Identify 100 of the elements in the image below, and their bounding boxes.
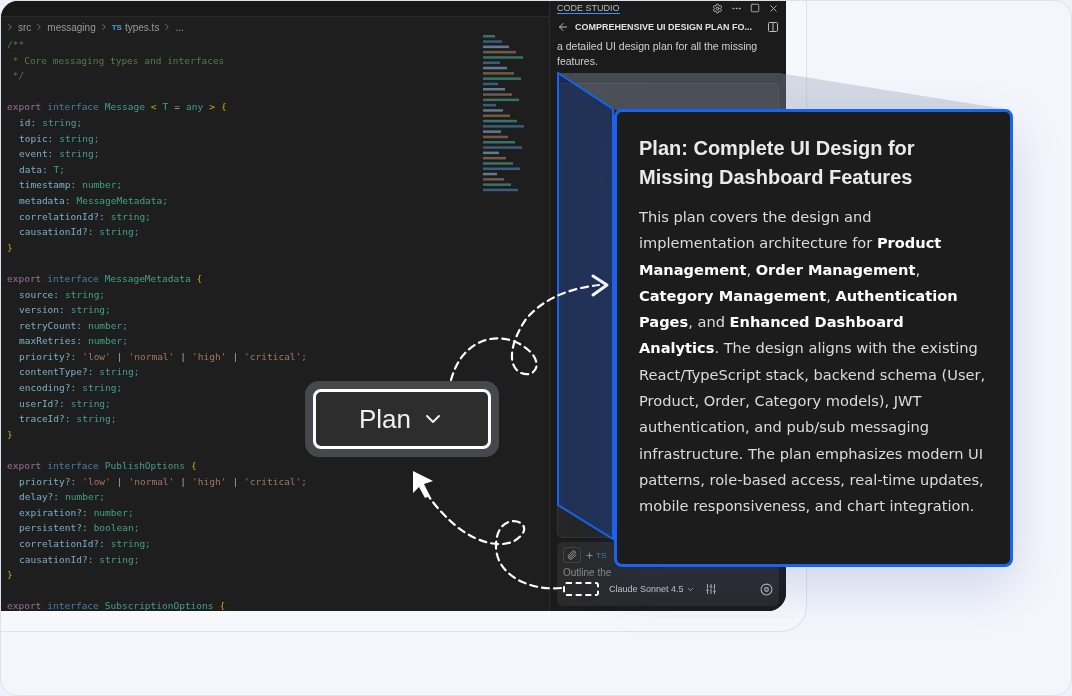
attach-button[interactable] — [563, 547, 581, 563]
cursor-icon — [411, 469, 435, 500]
split-panel-icon[interactable] — [767, 21, 779, 33]
code-token: string; — [110, 209, 151, 224]
code-token: string; — [59, 147, 100, 162]
code-token: expiration?: — [19, 505, 88, 520]
code-token: 'low' — [82, 474, 111, 489]
code-token: } — [7, 568, 13, 583]
maximize-icon[interactable] — [750, 3, 760, 13]
code-token: 'low' — [82, 349, 111, 364]
stop-icon[interactable] — [760, 582, 773, 596]
code-token: source: — [19, 287, 60, 302]
tools-icon[interactable] — [704, 583, 717, 595]
code-token: 'normal' — [128, 474, 175, 489]
code-token: 'high' — [192, 474, 227, 489]
code-token: { — [219, 599, 226, 611]
code-token: { — [190, 459, 197, 474]
code-token: encoding?: — [19, 381, 77, 396]
code-token: string; — [99, 365, 140, 380]
plan-title: Plan: Complete UI Design for Missing Dashboard Features — [639, 136, 916, 190]
code-token: number; — [82, 178, 123, 193]
plan-description: This plan covers the design and implementation architecture for Product Management, Order Management, Category Management, Authentication Pages, and Enhanced Dashboard Analytics. The design aligns with the existing React/TypeScript stack, backend schema (User, Product, Order, Category models), JWT authentication, and pub/sub messaging infrastructure. The plan emphasizes modern UI patterns, role-based access, real-time updates, mobile responsiveness, and chart integration. — [639, 207, 987, 517]
code-token: correlationId?: — [19, 209, 105, 224]
code-token: 'normal' — [128, 349, 175, 364]
code-token: T — [162, 100, 169, 115]
code-token: T; — [53, 162, 66, 177]
code-token: number; — [65, 490, 106, 505]
code-token: metadata: — [19, 193, 71, 208]
code-token: | — [180, 474, 187, 489]
code-token: timestamp: — [19, 178, 77, 193]
code-token: /** — [7, 38, 25, 52]
code-token: { — [220, 100, 227, 115]
breadcrumb-item[interactable]: types.ts — [124, 21, 160, 33]
chat-message-text: features. — [557, 54, 599, 69]
code-token: id: — [19, 115, 37, 130]
code-token: interface — [47, 459, 99, 474]
code-token: priority?: — [19, 349, 77, 364]
code-token: interface — [47, 100, 99, 115]
back-arrow-icon[interactable] — [557, 21, 569, 33]
code-token: interface — [47, 271, 99, 286]
code-token: 'critical'; — [244, 474, 308, 489]
context-chip[interactable]: TS — [585, 550, 607, 560]
code-token: number; — [87, 318, 128, 333]
code-token: interface — [47, 599, 99, 611]
code-token: maxRetries: — [19, 334, 82, 349]
typescript-label: TS — [111, 22, 122, 32]
code-token: number; — [93, 505, 134, 520]
code-token: } — [7, 427, 13, 442]
code-token: string; — [42, 115, 83, 130]
close-icon[interactable] — [768, 2, 779, 14]
code-token: SubscriptionOptions — [104, 599, 214, 611]
breadcrumb-item[interactable]: messaging — [47, 21, 96, 33]
code-token: | — [116, 474, 123, 489]
settings-icon[interactable] — [712, 2, 723, 14]
code-token: correlationId?: — [19, 537, 105, 551]
code-token: PublishOptions — [104, 459, 185, 474]
code-token: < — [150, 100, 157, 115]
code-token: Message — [104, 100, 145, 115]
code-token: number; — [87, 334, 128, 349]
code-token: export — [7, 459, 42, 474]
code-token: string; — [82, 381, 123, 396]
code-token: string; — [76, 412, 117, 427]
code-token: | — [232, 474, 239, 489]
code-token: string; — [99, 225, 140, 240]
code-token: any — [186, 100, 204, 115]
code-token: | — [180, 349, 187, 364]
code-token: string; — [70, 303, 111, 318]
dashed-highlight-box — [563, 582, 599, 596]
code-token: > — [209, 100, 215, 115]
breadcrumb-item[interactable]: src — [18, 21, 32, 33]
code-token: string; — [70, 396, 111, 411]
code-token: | — [116, 349, 123, 364]
code-token: boolean; — [93, 521, 140, 536]
panel-tab[interactable]: CODE STUDIO — [557, 2, 620, 14]
code-token: export — [7, 271, 42, 286]
code-token: } — [7, 240, 13, 255]
code-token: string; — [110, 537, 151, 551]
code-token: = — [174, 100, 181, 115]
code-token: 'critical'; — [244, 349, 308, 364]
input-placeholder[interactable]: Outline the — [563, 567, 773, 578]
code-token: traceId?: — [19, 412, 71, 427]
code-token: string; — [65, 287, 106, 302]
breadcrumb-item[interactable]: ... — [175, 21, 184, 33]
code-token: data: — [19, 162, 48, 177]
code-token: persistent?: — [19, 521, 88, 536]
code-token: topic: — [19, 131, 54, 146]
code-token: userId?: — [19, 396, 65, 411]
plus-icon — [585, 550, 594, 560]
plan-mode-dropdown[interactable]: Plan — [313, 389, 491, 449]
code-token: version: — [19, 303, 65, 318]
code-token: * Core messaging types and interfaces — [11, 53, 225, 68]
code-token: string; — [99, 552, 140, 567]
code-token: 'high' — [192, 349, 227, 364]
code-token: | — [232, 349, 239, 364]
model-selector[interactable]: Claude Sonnet 4.5 — [609, 584, 695, 594]
chat-title: COMPREHENSIVE UI DESIGN PLAN FO... — [575, 22, 754, 32]
chevron-icon — [5, 22, 15, 32]
chat-message-text: a detailed UI design plan for all the missing — [557, 39, 759, 54]
code-token: event: — [19, 147, 54, 162]
code-token: delay?: — [19, 490, 60, 505]
